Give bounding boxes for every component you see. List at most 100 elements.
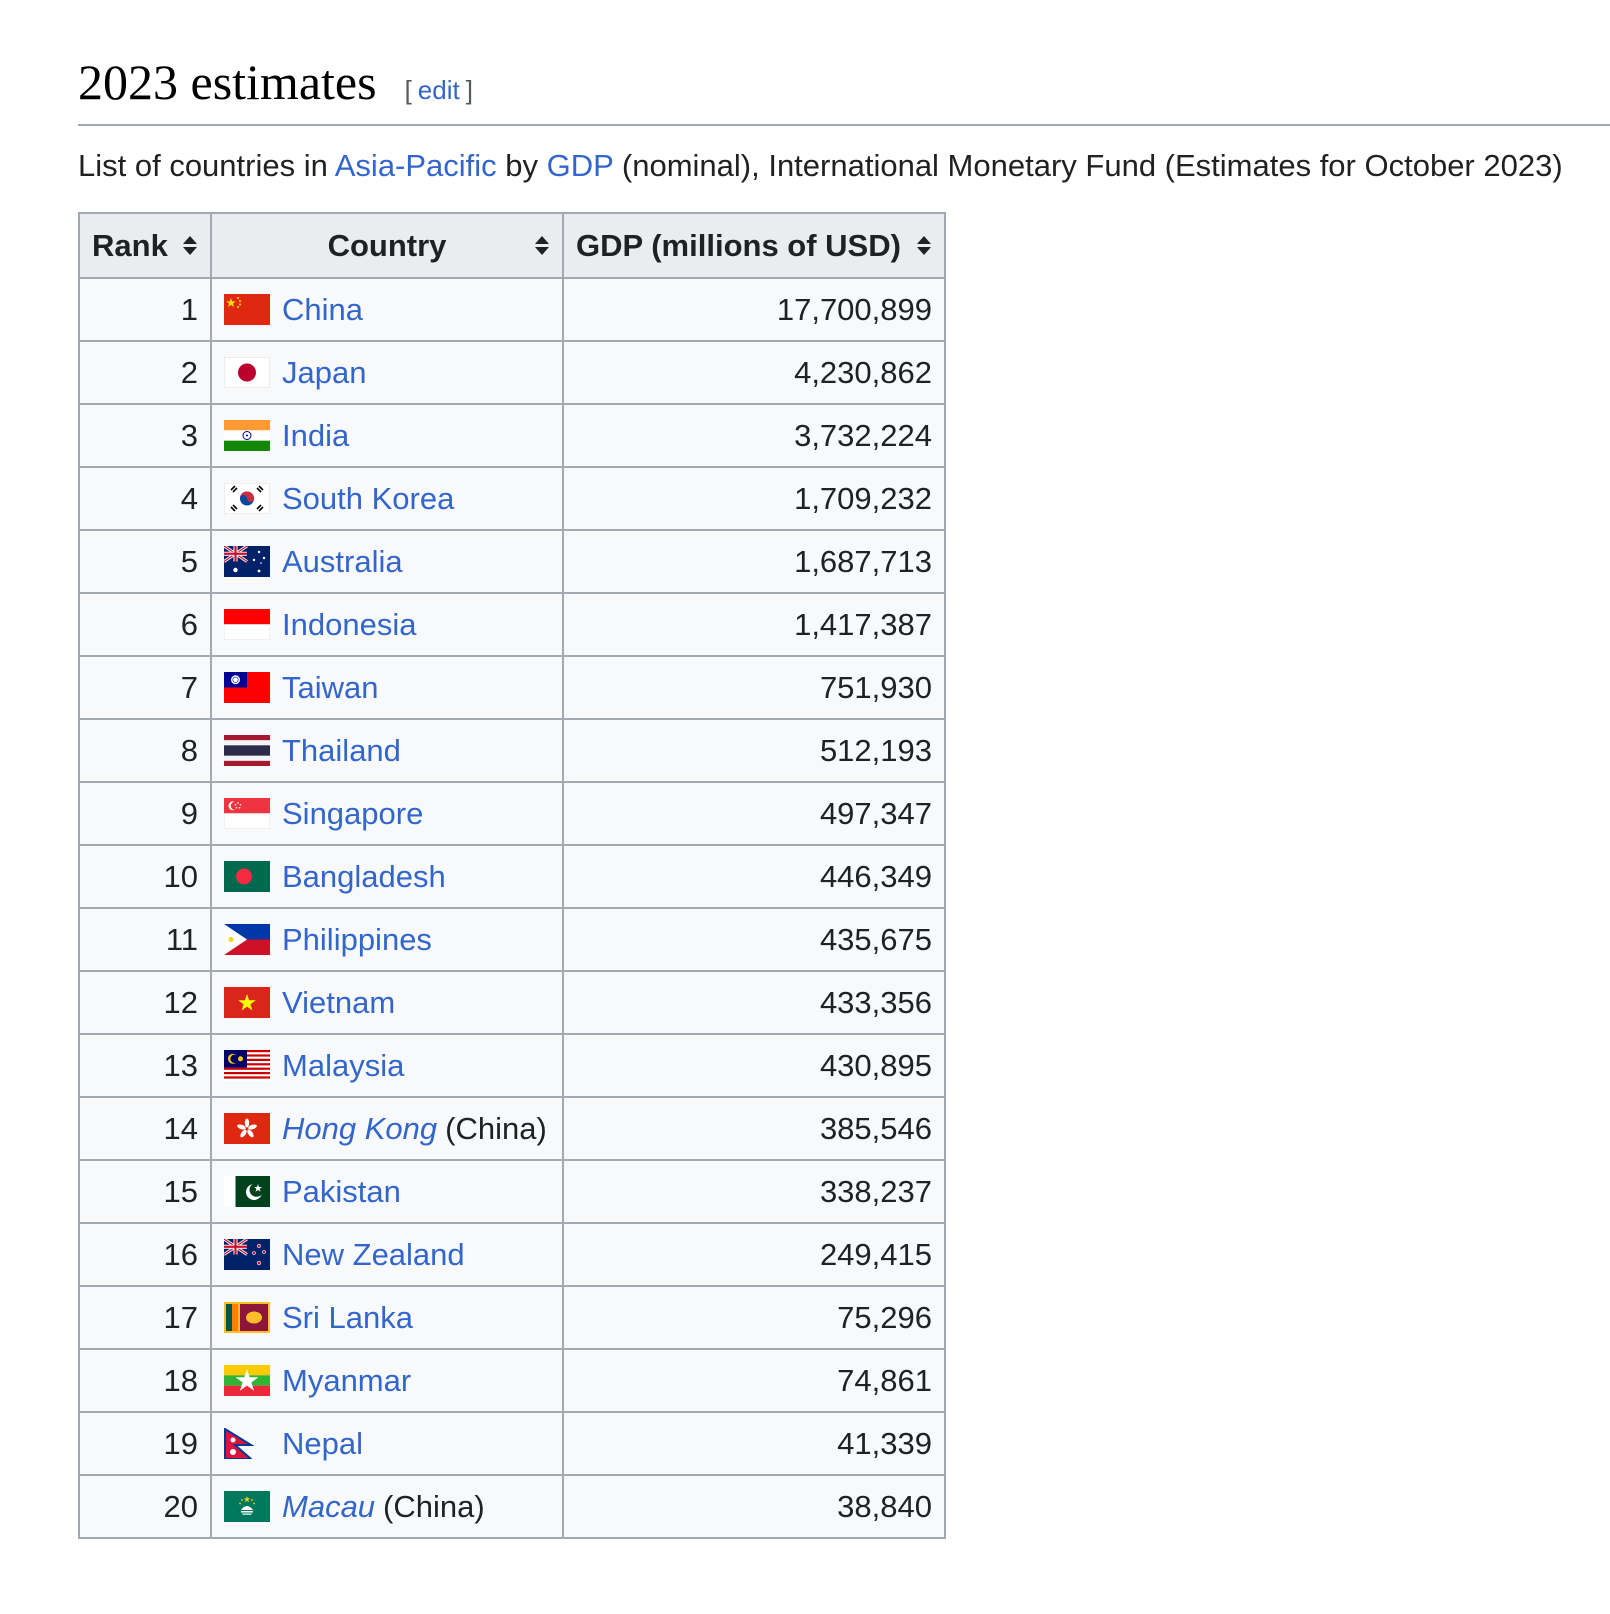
country-cell: India xyxy=(210,403,564,468)
country-header-label: Country xyxy=(327,227,447,263)
china-flag-icon[interactable] xyxy=(224,294,270,325)
indonesia-flag-icon[interactable] xyxy=(224,609,270,640)
south-korea-flag-icon[interactable] xyxy=(224,483,270,514)
table-row: 3 India 3,732,224 xyxy=(78,403,946,468)
table-row: 13 Malaysia 430,895 xyxy=(78,1033,946,1098)
table-row: 5 Australia 1,687,713 xyxy=(78,529,946,594)
table-row: 9 Singapore 497,347 xyxy=(78,781,946,846)
country-link[interactable]: Japan xyxy=(282,355,366,391)
table-body: 1 China 17,700,899 2 Japan 4,230,862 3 India 3,7… xyxy=(78,277,946,1539)
gdp-table: Rank Country GDP (millions of USD) 1 Chi… xyxy=(78,212,946,1539)
country-cell: South Korea xyxy=(210,466,564,531)
japan-flag-icon[interactable] xyxy=(224,357,270,388)
hong-kong-flag-icon[interactable] xyxy=(224,1113,270,1144)
country-link[interactable]: Taiwan xyxy=(282,670,379,706)
country-cell: Nepal xyxy=(210,1411,564,1476)
taiwan-flag-icon[interactable] xyxy=(224,672,270,703)
table-row: 2 Japan 4,230,862 xyxy=(78,340,946,405)
edit-bracket-open: [ xyxy=(404,75,412,105)
country-link[interactable]: China xyxy=(282,292,363,328)
country-cell: New Zealand xyxy=(210,1222,564,1287)
myanmar-flag-icon[interactable] xyxy=(224,1365,270,1396)
table-row: 12 Vietnam 433,356 xyxy=(78,970,946,1035)
rank-cell: 14 xyxy=(78,1096,212,1161)
sri-lanka-flag-icon[interactable] xyxy=(224,1302,270,1333)
gdp-cell: 3,732,224 xyxy=(562,403,946,468)
rank-cell: 15 xyxy=(78,1159,212,1224)
caption-prefix: List of countries in xyxy=(78,148,335,183)
rank-cell: 11 xyxy=(78,907,212,972)
india-flag-icon[interactable] xyxy=(224,420,270,451)
country-link[interactable]: Sri Lanka xyxy=(282,1300,413,1336)
philippines-flag-icon[interactable] xyxy=(224,924,270,955)
nepal-flag-icon[interactable] xyxy=(224,1428,270,1459)
pakistan-flag-icon[interactable] xyxy=(224,1176,270,1207)
gdp-cell: 38,840 xyxy=(562,1474,946,1539)
edit-link[interactable]: edit xyxy=(418,75,460,105)
country-link[interactable]: Myanmar xyxy=(282,1363,411,1399)
country-cell: Pakistan xyxy=(210,1159,564,1224)
rank-cell: 16 xyxy=(78,1222,212,1287)
rank-cell: 4 xyxy=(78,466,212,531)
country-cell: Philippines xyxy=(210,907,564,972)
country-link[interactable]: Malaysia xyxy=(282,1048,404,1084)
gdp-cell: 446,349 xyxy=(562,844,946,909)
table-row: 10 Bangladesh 446,349 xyxy=(78,844,946,909)
country-header[interactable]: Country xyxy=(210,212,564,279)
sort-icon[interactable] xyxy=(182,235,198,257)
country-link[interactable]: Macau xyxy=(282,1489,375,1525)
asia-pacific-link[interactable]: Asia-Pacific xyxy=(335,148,497,183)
edit-bracket-close: ] xyxy=(465,75,473,105)
gdp-link[interactable]: GDP xyxy=(547,148,614,183)
rank-cell: 3 xyxy=(78,403,212,468)
sort-icon[interactable] xyxy=(534,235,550,257)
country-link[interactable]: Vietnam xyxy=(282,985,395,1021)
country-link[interactable]: Nepal xyxy=(282,1426,363,1462)
rank-cell: 7 xyxy=(78,655,212,720)
australia-flag-icon[interactable] xyxy=(224,546,270,577)
gdp-header[interactable]: GDP (millions of USD) xyxy=(562,212,946,279)
country-cell: Singapore xyxy=(210,781,564,846)
country-link[interactable]: Hong Kong xyxy=(282,1111,437,1147)
new-zealand-flag-icon[interactable] xyxy=(224,1239,270,1270)
vietnam-flag-icon[interactable] xyxy=(224,987,270,1018)
thailand-flag-icon[interactable] xyxy=(224,735,270,766)
country-link[interactable]: Singapore xyxy=(282,796,423,832)
sort-icon[interactable] xyxy=(916,235,932,257)
gdp-cell: 338,237 xyxy=(562,1159,946,1224)
country-cell: Australia xyxy=(210,529,564,594)
country-link[interactable]: Pakistan xyxy=(282,1174,401,1210)
country-link[interactable]: Australia xyxy=(282,544,403,580)
table-header-row: Rank Country GDP (millions of USD) xyxy=(78,212,946,279)
gdp-cell: 74,861 xyxy=(562,1348,946,1413)
country-link[interactable]: Bangladesh xyxy=(282,859,446,895)
country-link[interactable]: New Zealand xyxy=(282,1237,465,1273)
country-cell: Bangladesh xyxy=(210,844,564,909)
gdp-cell: 41,339 xyxy=(562,1411,946,1476)
rank-cell: 5 xyxy=(78,529,212,594)
table-row: 11 Philippines 435,675 xyxy=(78,907,946,972)
gdp-header-label: GDP (millions of USD) xyxy=(576,227,901,263)
country-link[interactable]: India xyxy=(282,418,349,454)
gdp-cell: 433,356 xyxy=(562,970,946,1035)
table-row: 17 Sri Lanka 75,296 xyxy=(78,1285,946,1350)
country-cell: Malaysia xyxy=(210,1033,564,1098)
table-row: 14 Hong Kong (China) 385,546 xyxy=(78,1096,946,1161)
macau-flag-icon[interactable] xyxy=(224,1491,270,1522)
country-cell: Macau (China) xyxy=(210,1474,564,1539)
country-cell: Indonesia xyxy=(210,592,564,657)
rank-header[interactable]: Rank xyxy=(78,212,212,279)
table-row: 7 Taiwan 751,930 xyxy=(78,655,946,720)
bangladesh-flag-icon[interactable] xyxy=(224,861,270,892)
table-row: 6 Indonesia 1,417,387 xyxy=(78,592,946,657)
table-row: 1 China 17,700,899 xyxy=(78,277,946,342)
country-link[interactable]: Indonesia xyxy=(282,607,416,643)
gdp-cell: 1,687,713 xyxy=(562,529,946,594)
country-cell: Myanmar xyxy=(210,1348,564,1413)
malaysia-flag-icon[interactable] xyxy=(224,1050,270,1081)
country-link[interactable]: Philippines xyxy=(282,922,432,958)
country-link[interactable]: Thailand xyxy=(282,733,401,769)
country-cell: Taiwan xyxy=(210,655,564,720)
country-link[interactable]: South Korea xyxy=(282,481,454,517)
singapore-flag-icon[interactable] xyxy=(224,798,270,829)
